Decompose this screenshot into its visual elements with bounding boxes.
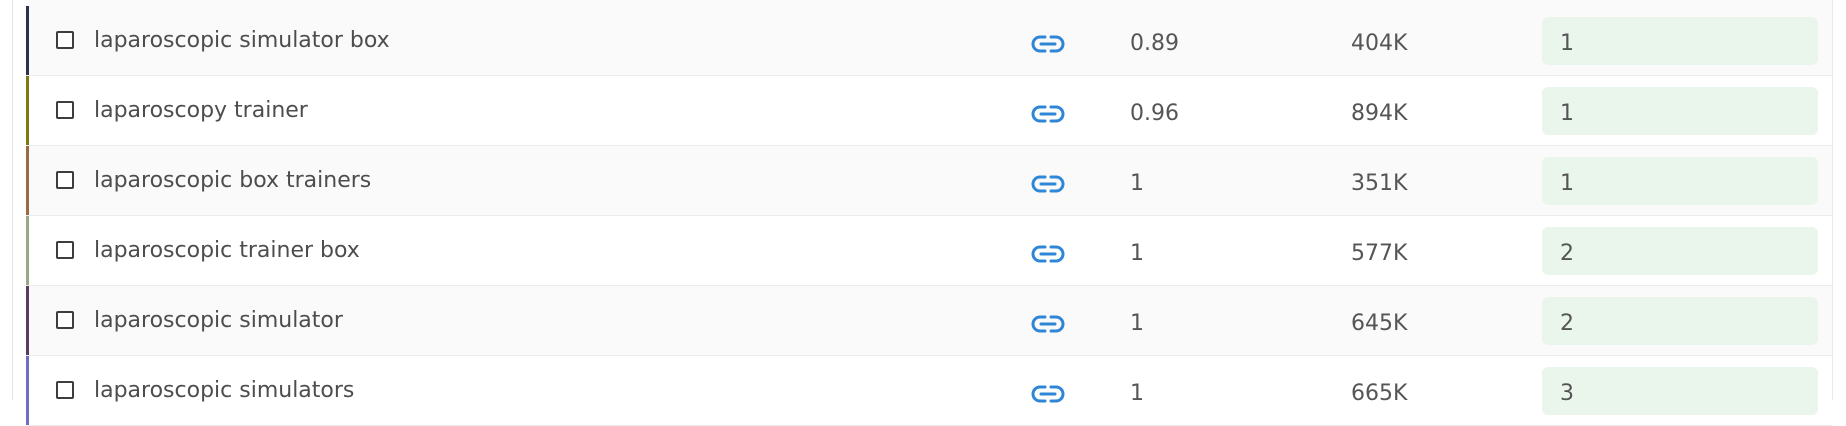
search-volume: 577K [1351, 241, 1408, 266]
position-value: 1 [1560, 31, 1574, 56]
search-volume: 645K [1351, 311, 1408, 336]
row-checkbox[interactable] [56, 381, 74, 399]
row-checkbox[interactable] [56, 101, 74, 119]
position-cell: 1 [1542, 87, 1818, 135]
table-row[interactable]: laparoscopic simulator 1 645K 2 [26, 286, 1832, 356]
keyword-difficulty: 1 [1130, 171, 1144, 196]
position-value: 3 [1560, 381, 1574, 406]
row-color-marker [26, 216, 29, 285]
table-row[interactable]: laparoscopic box trainers 1 351K 1 [26, 146, 1832, 216]
position-value: 2 [1560, 241, 1574, 266]
link-icon[interactable] [1031, 34, 1065, 54]
position-value: 1 [1560, 101, 1574, 126]
keyword-difficulty: 1 [1130, 311, 1144, 336]
keyword-text: laparoscopic trainer box [94, 238, 360, 263]
keyword-text: laparoscopy trainer [94, 98, 308, 123]
search-volume: 665K [1351, 381, 1408, 406]
row-color-marker [26, 76, 29, 145]
keyword-difficulty: 1 [1130, 381, 1144, 406]
position-cell: 1 [1542, 157, 1818, 205]
row-checkbox[interactable] [56, 171, 74, 189]
row-checkbox[interactable] [56, 311, 74, 329]
table-row[interactable]: laparoscopy trainer 0.96 894K 1 [26, 76, 1832, 146]
row-color-marker [26, 286, 29, 355]
outer-border [12, 0, 13, 400]
search-volume: 351K [1351, 171, 1408, 196]
row-checkbox[interactable] [56, 31, 74, 49]
row-color-marker [26, 356, 29, 425]
row-color-marker [26, 6, 29, 75]
table-row[interactable]: laparoscopic simulator box 0.89 404K 1 [26, 6, 1832, 76]
link-icon[interactable] [1031, 384, 1065, 404]
row-checkbox[interactable] [56, 241, 74, 259]
position-value: 2 [1560, 311, 1574, 336]
row-color-marker [26, 146, 29, 215]
keyword-table: laparoscopic simulator box 0.89 404K 1 lapar… [26, 0, 1833, 426]
position-cell: 1 [1542, 17, 1818, 65]
keyword-text: laparoscopic simulators [94, 378, 355, 403]
table-row[interactable]: laparoscopic simulators 1 665K 3 [26, 356, 1832, 426]
keyword-difficulty: 0.96 [1130, 101, 1179, 126]
position-value: 1 [1560, 171, 1574, 196]
position-cell: 2 [1542, 227, 1818, 275]
keyword-text: laparoscopic simulator box [94, 28, 390, 53]
keyword-difficulty: 0.89 [1130, 31, 1179, 56]
search-volume: 404K [1351, 31, 1408, 56]
position-cell: 2 [1542, 297, 1818, 345]
search-volume: 894K [1351, 101, 1408, 126]
table-row[interactable]: laparoscopic trainer box 1 577K 2 [26, 216, 1832, 286]
link-icon[interactable] [1031, 314, 1065, 334]
keyword-text: laparoscopic simulator [94, 308, 343, 333]
link-icon[interactable] [1031, 174, 1065, 194]
keyword-difficulty: 1 [1130, 241, 1144, 266]
link-icon[interactable] [1031, 244, 1065, 264]
link-icon[interactable] [1031, 104, 1065, 124]
keyword-text: laparoscopic box trainers [94, 168, 372, 193]
position-cell: 3 [1542, 367, 1818, 415]
